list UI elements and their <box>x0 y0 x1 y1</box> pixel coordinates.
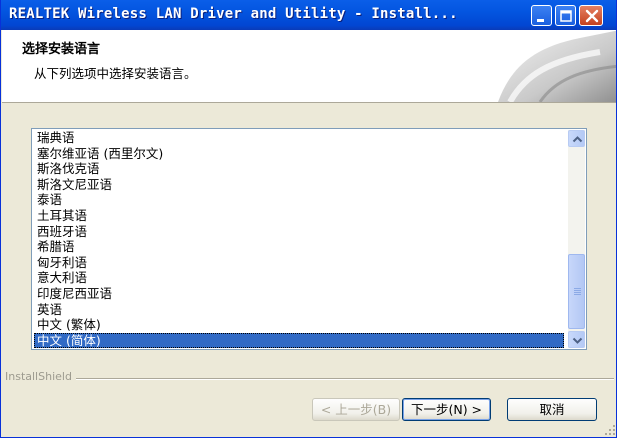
language-option[interactable]: 土耳其语 <box>34 208 564 224</box>
chevron-down-icon <box>572 337 583 344</box>
scroll-up-button[interactable] <box>568 130 585 147</box>
installer-window: REALTEK Wireless LAN Driver and Utility … <box>0 0 617 438</box>
page-title: 选择安装语言 <box>22 42 101 57</box>
setup-graphic-icon <box>498 30 616 102</box>
close-icon <box>585 9 599 23</box>
resize-grip-icon[interactable] <box>604 424 616 436</box>
page-subtitle: 从下列选项中选择安装语言。 <box>34 66 197 81</box>
language-list[interactable]: 瑞典语 塞尔维亚语 (西里尔文) 斯洛伐克语 斯洛文尼亚语 泰语 土耳其语 西班牙语 希腊语匈… <box>34 130 564 348</box>
language-option[interactable]: 中文 (繁体) <box>34 317 564 333</box>
scroll-down-button[interactable] <box>568 331 585 348</box>
language-option[interactable]: 希腊语 <box>34 239 564 255</box>
scroll-thumb[interactable] <box>568 254 585 329</box>
language-option[interactable]: 印度尼西亚语 <box>34 286 564 302</box>
minimize-icon <box>537 19 544 22</box>
window-title: REALTEK Wireless LAN Driver and Utility … <box>9 6 458 22</box>
installshield-brand: InstallShield <box>5 370 76 383</box>
title-bar[interactable]: REALTEK Wireless LAN Driver and Utility … <box>1 0 616 30</box>
language-option[interactable]: 意大利语 <box>34 270 564 286</box>
language-option[interactable]: 匈牙利语 <box>34 255 564 271</box>
maximize-button[interactable] <box>555 5 576 26</box>
language-option[interactable]: 西班牙语 <box>34 224 564 240</box>
language-option[interactable]: 瑞典语 <box>34 130 564 146</box>
installshield-divider <box>61 378 614 380</box>
language-option[interactable]: 中文 (简体) <box>34 332 564 348</box>
back-button[interactable]: < 上一步(B) <box>312 398 400 421</box>
header-panel: 选择安装语言 从下列选项中选择安装语言。 <box>2 30 616 103</box>
language-option[interactable]: 斯洛伐克语 <box>34 161 564 177</box>
chevron-up-icon <box>572 136 583 143</box>
language-option[interactable]: 泰语 <box>34 192 564 208</box>
language-option[interactable]: 斯洛文尼亚语 <box>34 177 564 193</box>
language-option[interactable]: 英语 <box>34 302 564 318</box>
language-listbox[interactable]: 瑞典语 塞尔维亚语 (西里尔文) 斯洛伐克语 斯洛文尼亚语 泰语 土耳其语 西班牙语 希腊语匈… <box>31 128 587 350</box>
vertical-scrollbar[interactable] <box>568 130 585 348</box>
maximize-icon <box>560 10 572 22</box>
language-option[interactable]: 塞尔维亚语 (西里尔文) <box>34 146 564 162</box>
cancel-button[interactable]: 取消 <box>507 398 597 421</box>
close-button[interactable] <box>579 5 603 26</box>
minimize-button[interactable] <box>531 5 552 26</box>
next-button[interactable]: 下一步(N) > <box>402 398 491 421</box>
